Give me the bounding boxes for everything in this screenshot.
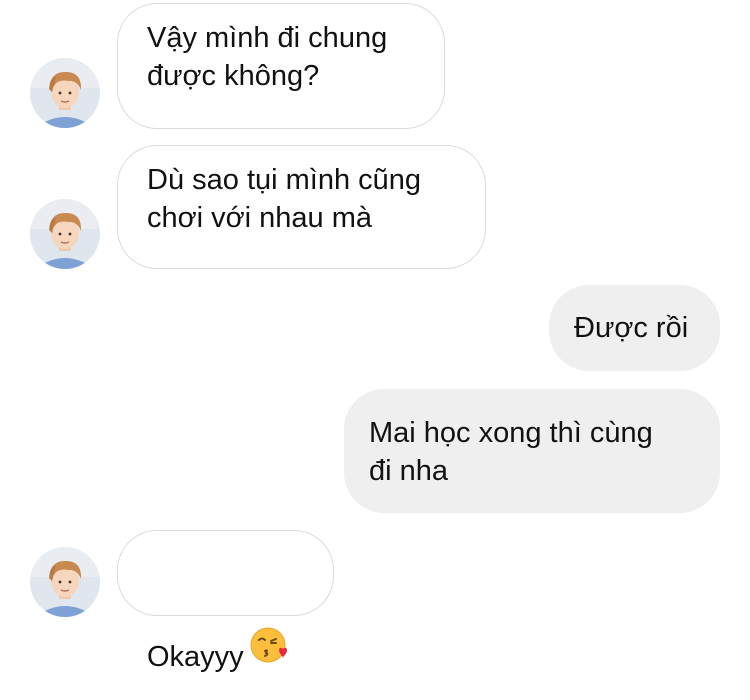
chat-screen: { "messages": [ { "sender": "other", "te… [0, 0, 750, 673]
message-text: Okayyy [147, 641, 244, 673]
avatar-photo-icon [30, 547, 100, 617]
contact-avatar[interactable] [30, 199, 100, 269]
message-bubble-incoming[interactable]: Okayyy [117, 530, 334, 673]
message-bubble-outgoing[interactable]: Mai học xong thì cùng đi nha [344, 389, 720, 513]
face-blowing-a-kiss-emoji [250, 613, 288, 697]
avatar-photo-icon [30, 58, 100, 128]
contact-avatar[interactable] [30, 547, 100, 617]
message-bubble-incoming[interactable]: Dù sao tụi mình cũng chơi với nhau mà [117, 145, 486, 269]
message-bubble-outgoing[interactable]: Được rồi [549, 285, 720, 371]
avatar-photo-icon [30, 199, 100, 269]
message-bubble-incoming[interactable]: Vậy mình đi chung được không? [117, 3, 445, 129]
contact-avatar[interactable] [30, 58, 100, 128]
